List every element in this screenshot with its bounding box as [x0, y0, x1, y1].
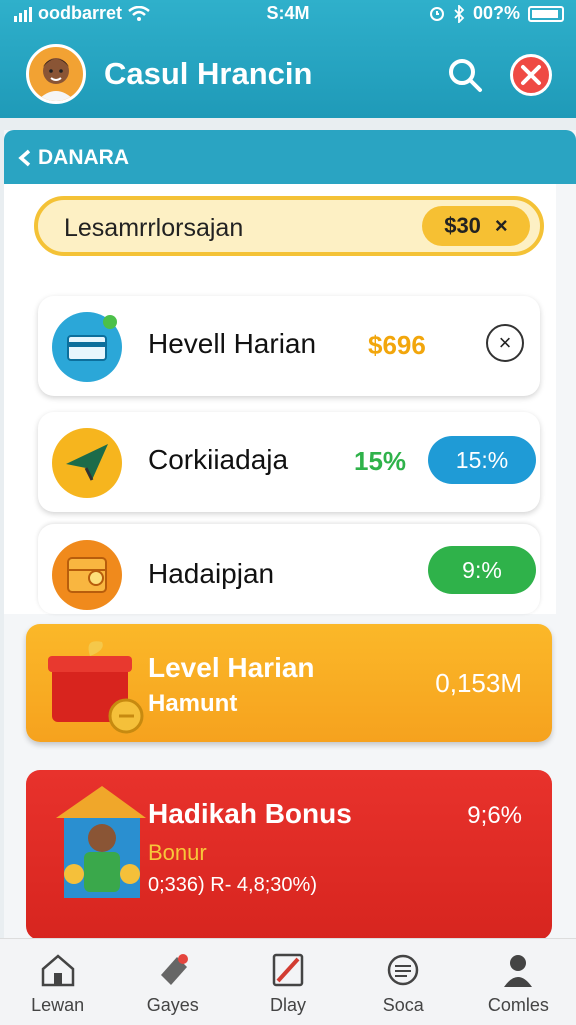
nav-label: Lewan — [31, 995, 85, 1015]
user-avatar[interactable] — [26, 44, 86, 104]
banner-value: 0,153M — [435, 668, 522, 698]
back-label: DANARA — [38, 146, 129, 169]
nav-label: Gayes — [146, 995, 199, 1015]
profile-icon — [504, 955, 533, 987]
status-bar: oodbarret S:4M 00?% — [0, 0, 576, 28]
search-button[interactable] — [444, 54, 486, 96]
battery-percent: 00?% — [472, 3, 520, 23]
banner-subtitle: Hamunt — [148, 690, 238, 717]
banner-subtitle: Bonur — [148, 840, 207, 865]
bottom-nav: Lewan Gayes Dlay Soca Comles — [0, 938, 576, 1025]
level-banner[interactable]: Level Harian Hamunt 0,153M — [26, 624, 552, 742]
nav-item-lewan[interactable]: Lewan — [0, 939, 115, 1025]
nav-label: Comles — [487, 995, 549, 1015]
back-button[interactable]: DANARA — [16, 146, 129, 170]
close-icon: × — [498, 330, 512, 355]
chevron-left-icon — [18, 149, 31, 167]
chat-icon — [387, 954, 419, 986]
play-icon — [272, 953, 304, 987]
characters-icon — [56, 786, 146, 898]
remove-button[interactable]: × — [486, 324, 524, 362]
nav-label: Dlay — [270, 995, 307, 1015]
item-value: 15% — [354, 446, 407, 476]
list-item[interactable]: Corkiiadaja 15% 15:% — [38, 412, 540, 512]
nav-item-dlay[interactable]: Dlay — [230, 939, 345, 1025]
list-item[interactable]: Hevell Harian $696 × — [38, 296, 540, 396]
banner-value: 9;6% — [467, 802, 522, 829]
alarm-icon — [429, 6, 444, 21]
banner-title: Level Harian — [148, 652, 315, 683]
nav-item-soca[interactable]: Soca — [346, 939, 461, 1025]
nav-item-comles[interactable]: Comles — [461, 939, 576, 1025]
battery-icon — [528, 5, 564, 22]
banner-detail: 0;336) R- 4,8;30%) — [148, 874, 317, 896]
bonus-banner[interactable]: Hadikah Bonus Bonur 0;336) R- 4,8;30%) 9… — [26, 770, 552, 940]
price-value: $30 — [444, 213, 481, 238]
search-text: Lesamrrlorsajan — [64, 214, 244, 242]
gift-box-icon — [48, 641, 144, 734]
item-label: Hadaipjan — [148, 558, 275, 589]
home-icon — [41, 954, 74, 987]
plane-icon — [52, 428, 122, 498]
price-chip[interactable]: $30 × — [422, 206, 530, 246]
close-button[interactable] — [510, 54, 552, 96]
item-label: Corkiiadaja — [148, 444, 289, 475]
nav-label: Soca — [382, 995, 424, 1015]
bluetooth-icon — [454, 4, 465, 23]
treasure-icon — [52, 540, 122, 610]
percent-button[interactable]: 15:% — [428, 436, 536, 484]
banner-title: Hadikah Bonus — [148, 798, 352, 829]
list-item[interactable]: Hadaipjan 9:% — [38, 524, 540, 614]
nav-item-gayes[interactable]: Gayes — [115, 939, 230, 1025]
percent-button[interactable]: 9:% — [428, 546, 536, 594]
search-field[interactable]: Lesamrrlorsajan $30 × — [34, 196, 544, 256]
item-label: Hevell Harian — [148, 328, 317, 359]
search-icon — [449, 59, 482, 92]
card-icon — [52, 312, 122, 382]
clear-icon[interactable]: × — [495, 213, 508, 239]
ticket-icon — [160, 954, 188, 985]
item-value: $696 — [368, 330, 426, 360]
close-icon — [521, 65, 541, 85]
app-title: Casul Hrancin — [104, 56, 313, 91]
